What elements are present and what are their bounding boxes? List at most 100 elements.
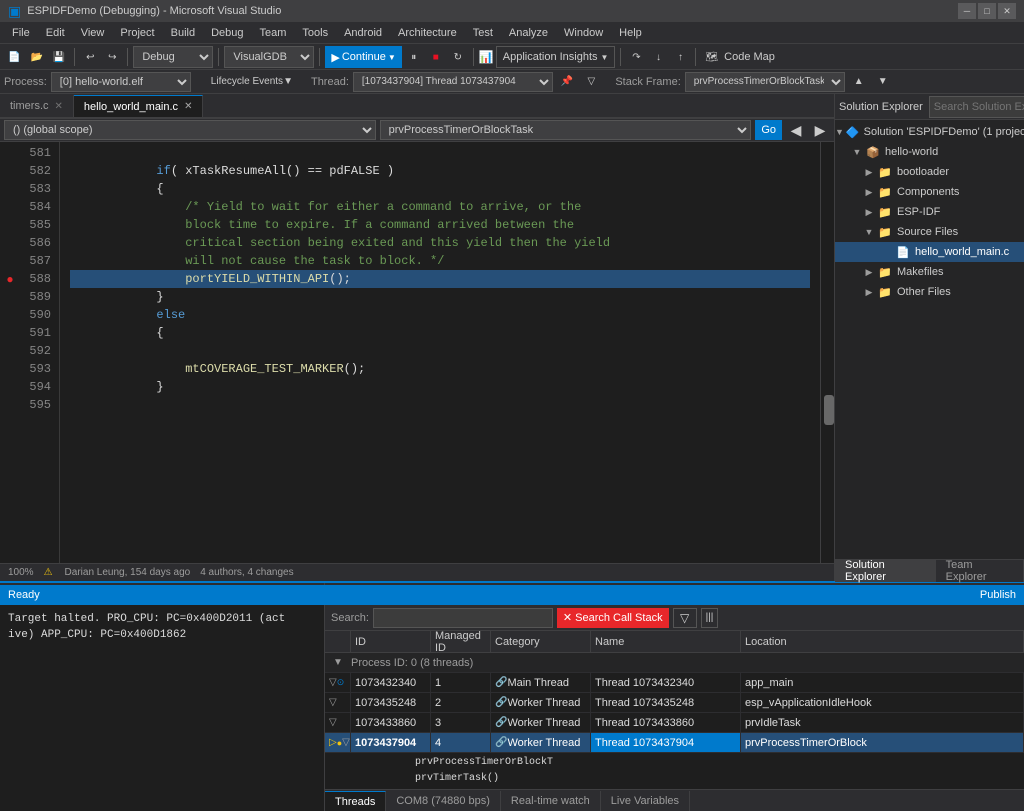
thread-filter-button[interactable]: ▽ — [581, 71, 601, 93]
tab-live-variables[interactable]: Live Variables — [601, 791, 690, 811]
tree-makefiles[interactable]: ▶ 📁 Makefiles — [835, 262, 1024, 282]
function-dropdown[interactable]: prvProcessTimerOrBlockTask — [380, 120, 752, 140]
tab-threads[interactable]: Threads — [325, 791, 386, 811]
visualgdb-dropdown[interactable]: VisualGDB — [224, 46, 314, 68]
timers-tab-close[interactable]: ✕ — [55, 101, 63, 112]
save-button[interactable]: 💾 — [49, 46, 69, 68]
code-line-587: will not cause the task to block. */ — [70, 252, 810, 270]
thread-dropdown[interactable]: [1073437904] Thread 1073437904 — [353, 72, 553, 92]
code-editor[interactable]: ● 581582583584 585586587588 589590591592… — [0, 142, 834, 563]
se-tab-solution-explorer[interactable]: Solution Explorer — [835, 560, 936, 582]
open-button[interactable]: 📂 — [26, 46, 46, 68]
stack-frame-up-button[interactable]: ▲ — [849, 71, 869, 93]
menu-analyze[interactable]: Analyze — [501, 22, 556, 44]
thread-row-4-active[interactable]: ▷ ● ▽ 1073437904 4 🔗 Worker Thread Threa… — [325, 733, 1024, 753]
app-insights-button[interactable]: Application Insights ▼ — [496, 46, 616, 68]
tree-other-files[interactable]: ▶ 📁 Other Files — [835, 282, 1024, 302]
nav-prev-button[interactable]: ◀ — [786, 119, 806, 141]
code-line-582: if( xTaskResumeAll() == pdFALSE ) — [70, 162, 810, 180]
go-button[interactable]: Go — [755, 120, 782, 140]
pause-button[interactable]: ⏸ — [404, 46, 424, 68]
code-line-589: } — [70, 288, 810, 306]
lifecycle-button[interactable]: Lifecycle Events ▼ — [207, 71, 297, 93]
row3-category: 🔗 Worker Thread — [491, 713, 591, 732]
menu-android[interactable]: Android — [336, 22, 390, 44]
menu-file[interactable]: File — [4, 22, 38, 44]
code-content[interactable]: if( xTaskResumeAll() == pdFALSE ) { /* Y… — [60, 142, 820, 563]
threads-columns-button[interactable]: ||| — [701, 608, 719, 628]
code-line-581 — [70, 144, 810, 162]
thread-row-3[interactable]: ▽ 1073433860 3 🔗 Worker Thread Thread 10… — [325, 713, 1024, 733]
tree-bootloader[interactable]: ▶ 📁 bootloader — [835, 162, 1024, 182]
tree-project[interactable]: ▼ 📦 hello-world — [835, 142, 1024, 162]
stack-frame-dropdown[interactable]: prvProcessTimerOrBlockTask() — [685, 72, 845, 92]
code-map-button[interactable]: 🗺 — [701, 46, 722, 68]
bottom-area: Inline GDB Stub Output 📌 ✕ Target halted… — [0, 581, 1024, 811]
stop-button[interactable]: ■ — [426, 46, 446, 68]
tree-esp-idf[interactable]: ▶ 📁 ESP-IDF — [835, 202, 1024, 222]
thread-row-1[interactable]: ▽⊙ 1073432340 1 🔗 Main Thread Thread 107… — [325, 673, 1024, 693]
components-icon: 📁 — [877, 184, 893, 200]
tree-source-files[interactable]: ▼ 📁 Source Files — [835, 222, 1024, 242]
restart-button[interactable]: ↻ — [448, 46, 468, 68]
thread-pin-button[interactable]: 📌 — [557, 71, 577, 93]
row4-managed-id: 4 — [431, 733, 491, 752]
maximize-button[interactable]: □ — [978, 3, 996, 19]
se-tab-team-explorer[interactable]: Team Explorer — [936, 560, 1024, 582]
makefiles-arrow: ▶ — [863, 267, 875, 278]
menu-help[interactable]: Help — [611, 22, 650, 44]
source-files-label: Source Files — [897, 226, 958, 238]
hello-main-tab-close[interactable]: ✕ — [184, 101, 192, 112]
tree-components[interactable]: ▶ 📁 Components — [835, 182, 1024, 202]
se-bottom-tabs: Solution Explorer Team Explorer — [835, 559, 1024, 581]
step-over-button[interactable]: ↷ — [626, 46, 646, 68]
search-call-stack-button[interactable]: ✕ Search Call Stack — [557, 608, 669, 628]
menu-architecture[interactable]: Architecture — [390, 22, 465, 44]
menu-view[interactable]: View — [73, 22, 113, 44]
thread-row-2[interactable]: ▽ 1073435248 2 🔗 Worker Thread Thread 10… — [325, 693, 1024, 713]
new-button[interactable]: 📄 — [4, 46, 24, 68]
menu-team[interactable]: Team — [252, 22, 295, 44]
stack-frame-down-button[interactable]: ▼ — [873, 71, 893, 93]
zoom-level: 100% — [8, 567, 34, 578]
menu-window[interactable]: Window — [556, 22, 611, 44]
row2-flag: ▽ — [325, 693, 351, 712]
minimize-button[interactable]: ─ — [958, 3, 976, 19]
code-line-593: mtCOVERAGE_TEST_MARKER(); — [70, 360, 810, 378]
step-out-button[interactable]: ↑ — [670, 46, 690, 68]
tree-solution[interactable]: ▼ 🔷 Solution 'ESPIDFDemo' (1 project) — [835, 122, 1024, 142]
git-bar: 100% ⚠ Darian Leung, 154 days ago 4 auth… — [0, 563, 834, 581]
menu-test[interactable]: Test — [465, 22, 501, 44]
process-label: Process ID: 0 (8 threads) — [351, 653, 1024, 672]
threads-search-input[interactable] — [373, 608, 553, 628]
menu-edit[interactable]: Edit — [38, 22, 73, 44]
close-button[interactable]: ✕ — [998, 3, 1016, 19]
threads-filter-button[interactable]: ▽ — [673, 608, 697, 628]
undo-button[interactable]: ↩ — [80, 46, 100, 68]
menu-tools[interactable]: Tools — [294, 22, 336, 44]
menu-project[interactable]: Project — [112, 22, 162, 44]
toolbar-separator-4 — [319, 48, 320, 66]
tab-realtime-watch[interactable]: Real-time watch — [501, 791, 601, 811]
tree-hello-main-c[interactable]: 📄 hello_world_main.c — [835, 242, 1024, 262]
tab-hello-world-main[interactable]: hello_world_main.c ✕ — [74, 95, 204, 117]
threads-table-header: ID Managed ID Category Name Location — [325, 631, 1024, 653]
debug-target-dropdown[interactable]: Debug — [133, 46, 213, 68]
lifecycle-label: Lifecycle Events — [211, 76, 283, 87]
redo-button[interactable]: ↪ — [102, 46, 122, 68]
scope-dropdown[interactable]: () (global scope) — [4, 120, 376, 140]
callstack-item-2: prvTimerTask() — [415, 771, 994, 787]
tab-com8[interactable]: COM8 (74880 bps) — [386, 791, 501, 811]
nav-next-button[interactable]: ▶ — [810, 119, 830, 141]
menu-build[interactable]: Build — [163, 22, 203, 44]
step-into-button[interactable]: ↓ — [648, 46, 668, 68]
editor-scrollbar[interactable] — [820, 142, 834, 563]
process-dropdown[interactable]: [0] hello-world.elf — [51, 72, 191, 92]
menu-debug[interactable]: Debug — [203, 22, 251, 44]
th-managed-id: Managed ID — [431, 631, 491, 652]
solution-search-input[interactable] — [929, 96, 1024, 118]
continue-button[interactable]: ▶ Continue ▼ — [325, 46, 401, 68]
threads-table[interactable]: ID Managed ID Category Name Location ▼ P… — [325, 631, 1024, 789]
tab-timers-c[interactable]: timers.c ✕ — [0, 95, 74, 117]
solution-icon: 🔷 — [846, 124, 860, 140]
